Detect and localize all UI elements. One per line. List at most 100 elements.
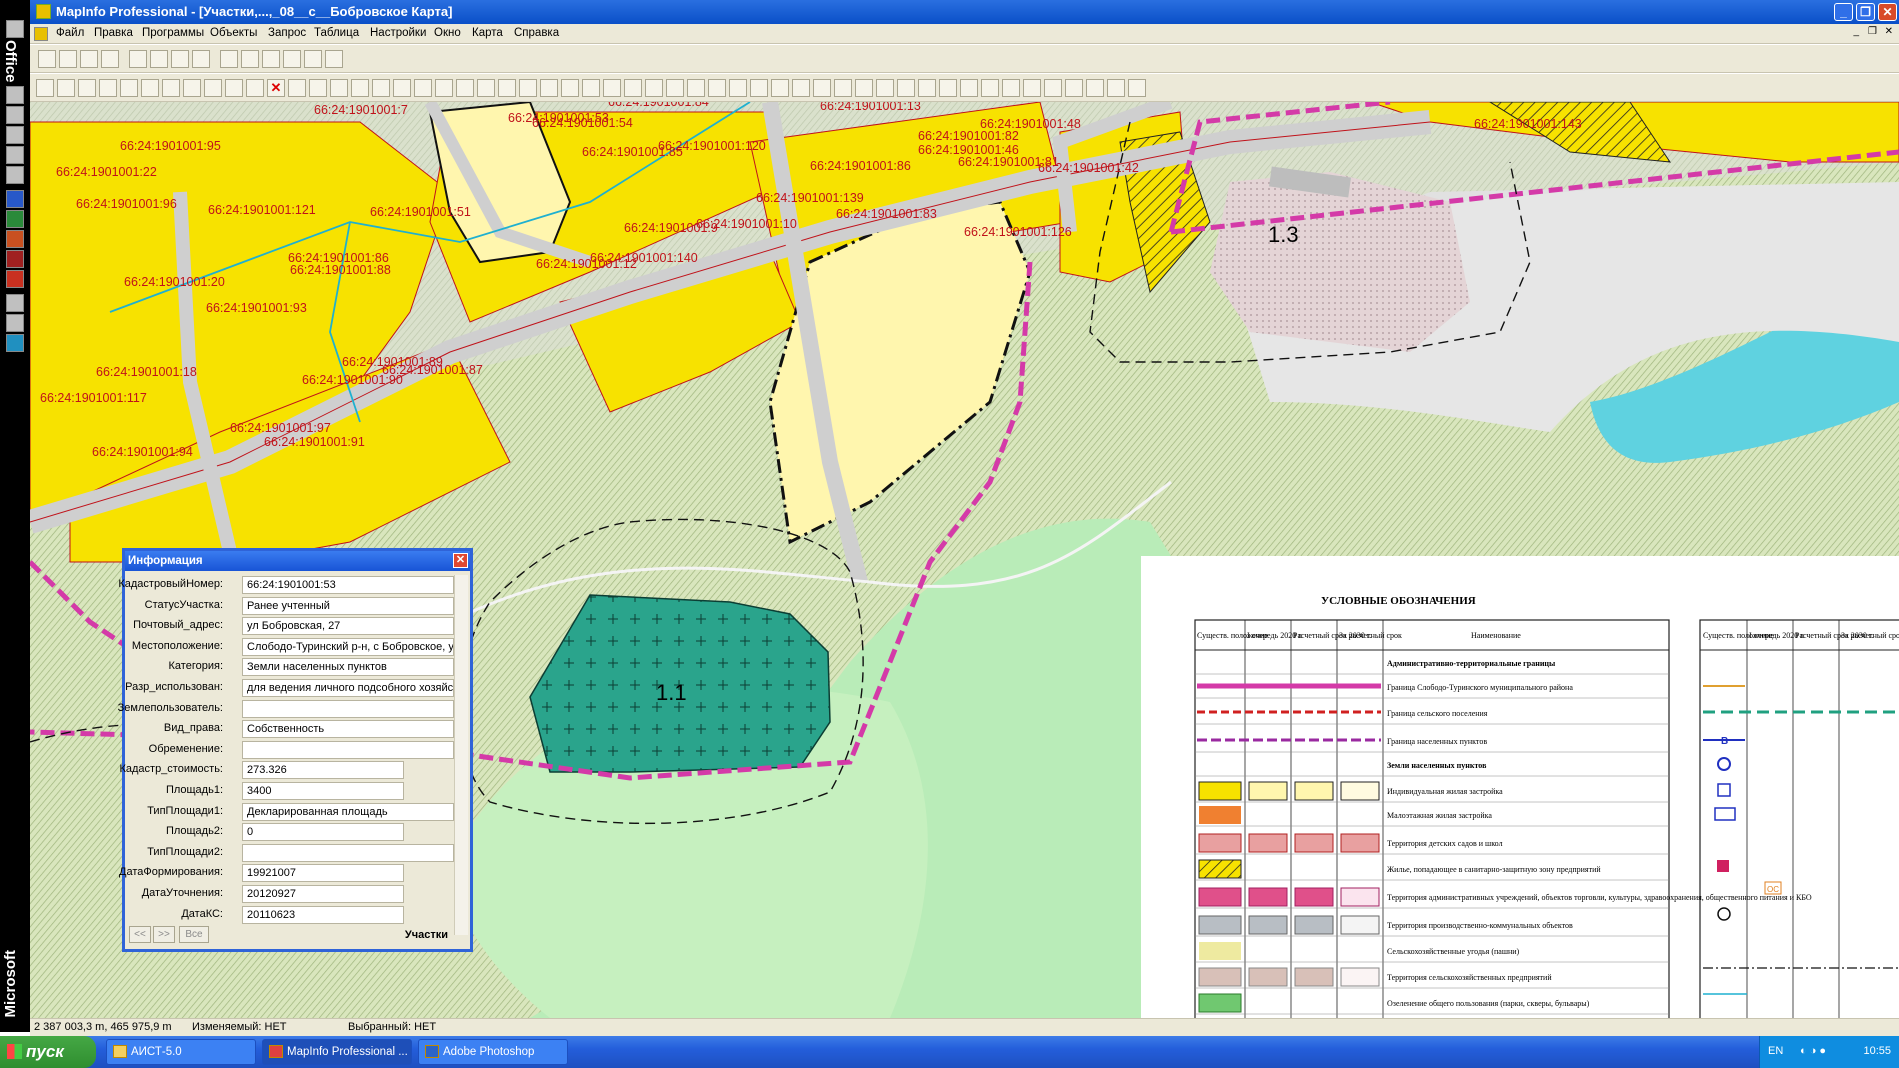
unselect-icon[interactable] — [729, 79, 747, 97]
layer-control-icon[interactable] — [981, 79, 999, 97]
polyline-icon[interactable] — [309, 79, 327, 97]
start-button[interactable]: пуск — [0, 1036, 96, 1068]
boundary-select-icon[interactable] — [708, 79, 726, 97]
text-style-icon[interactable] — [603, 79, 621, 97]
line-icon[interactable] — [288, 79, 306, 97]
minimize-button[interactable]: _ — [1834, 3, 1853, 21]
delete-icon[interactable]: ✕ — [267, 79, 285, 97]
tool2-icon[interactable] — [57, 79, 75, 97]
zoom-out-icon[interactable] — [834, 79, 852, 97]
clip-region-icon[interactable] — [1086, 79, 1104, 97]
label-icon[interactable] — [939, 79, 957, 97]
set-target-icon[interactable] — [1065, 79, 1083, 97]
paste-icon[interactable] — [171, 50, 189, 68]
copy-icon[interactable] — [150, 50, 168, 68]
arc-icon[interactable] — [351, 79, 369, 97]
info-field-value[interactable]: 66:24:1901001:53 — [242, 576, 454, 594]
outlook-icon[interactable] — [6, 270, 24, 288]
info-close-button[interactable]: ✕ — [453, 553, 468, 568]
reshape-icon[interactable] — [498, 79, 516, 97]
excel-icon[interactable] — [6, 210, 24, 228]
ruler-icon[interactable] — [1002, 79, 1020, 97]
info-field-value[interactable]: 273.326 — [242, 761, 404, 780]
line-style-icon[interactable] — [561, 79, 579, 97]
new-graph-icon[interactable] — [262, 50, 280, 68]
powerpoint-icon[interactable] — [6, 230, 24, 248]
office-tool-icon[interactable] — [6, 294, 24, 312]
hotlink-icon[interactable] — [918, 79, 936, 97]
invert-select-icon[interactable] — [750, 79, 768, 97]
legend-icon[interactable] — [1023, 79, 1041, 97]
info-field-value[interactable]: 3400 — [242, 782, 404, 800]
grabber-icon[interactable] — [876, 79, 894, 97]
info-field-value[interactable]: для ведения личного подсобного хозяйс — [242, 679, 454, 697]
new-browser-icon[interactable] — [220, 50, 238, 68]
tray-icons[interactable]: ◐ ◑ ● — [1800, 1045, 1826, 1057]
layout-select-icon[interactable] — [792, 79, 810, 97]
polygon-select-icon[interactable] — [687, 79, 705, 97]
help-icon[interactable] — [325, 50, 343, 68]
tool7-icon[interactable] — [162, 79, 180, 97]
zoom-in-icon[interactable] — [813, 79, 831, 97]
print-icon[interactable] — [101, 50, 119, 68]
menu-map[interactable]: Карта — [472, 27, 503, 39]
cut-icon[interactable] — [129, 50, 147, 68]
open-icon[interactable] — [59, 50, 77, 68]
office-tool3-icon[interactable] — [6, 334, 24, 352]
undo-icon[interactable] — [192, 50, 210, 68]
info-field-value[interactable] — [242, 740, 454, 759]
office-journal-icon[interactable] — [6, 166, 24, 184]
info-prev-button[interactable]: << — [129, 926, 151, 943]
tool3-icon[interactable] — [78, 79, 96, 97]
info-field-value[interactable]: 20110623 — [242, 905, 404, 924]
style-icon[interactable] — [540, 79, 558, 97]
office-contacts-icon[interactable] — [6, 146, 24, 164]
info-field-value[interactable] — [242, 843, 454, 862]
menu-help[interactable]: Справка — [514, 27, 559, 39]
graph-select-icon[interactable] — [771, 79, 789, 97]
info-field-value[interactable]: Декларированная площадь — [242, 802, 454, 821]
access-icon[interactable] — [6, 250, 24, 268]
word-icon[interactable] — [6, 190, 24, 208]
change-view-icon[interactable] — [855, 79, 873, 97]
task-mapinfo[interactable]: MapInfo Professional ... — [262, 1039, 412, 1065]
rectangle-icon[interactable] — [393, 79, 411, 97]
show-hide-stats-icon[interactable] — [1128, 79, 1146, 97]
info-all-button[interactable]: Все — [179, 926, 209, 943]
menu-programs[interactable]: Программы — [142, 27, 204, 39]
info-window[interactable]: Информация ✕ КадастровыйНомер: 66:24:1901… — [118, 548, 473, 952]
close-button[interactable]: ✕ — [1878, 3, 1897, 21]
info-window-titlebar[interactable]: Информация ✕ — [125, 551, 470, 571]
info-field-value[interactable]: 19921007 — [242, 864, 404, 883]
menu-query[interactable]: Запрос — [268, 27, 306, 39]
info-field-value[interactable]: 0 — [242, 823, 404, 842]
menu-window[interactable]: Окно — [434, 27, 461, 39]
menu-objects[interactable]: Объекты — [210, 27, 257, 39]
restore-button[interactable]: ❐ — [1856, 3, 1875, 21]
radius-select-icon[interactable] — [666, 79, 684, 97]
ellipse-icon[interactable] — [372, 79, 390, 97]
drag-window-icon[interactable] — [960, 79, 978, 97]
show-hide-legend-icon[interactable] — [1107, 79, 1125, 97]
office-tool2-icon[interactable] — [6, 314, 24, 332]
office-calendar-icon[interactable] — [6, 106, 24, 124]
menu-settings[interactable]: Настройки — [370, 27, 426, 39]
menu-edit[interactable]: Правка — [94, 27, 133, 39]
layer-icon[interactable] — [36, 79, 54, 97]
tool8-icon[interactable] — [183, 79, 201, 97]
office-folder-icon[interactable] — [6, 20, 24, 38]
document-icon[interactable] — [34, 27, 48, 41]
info-next-button[interactable]: >> — [153, 926, 175, 943]
save-icon[interactable] — [80, 50, 98, 68]
tool10-icon[interactable] — [225, 79, 243, 97]
tool4-icon[interactable] — [99, 79, 117, 97]
new-icon[interactable] — [38, 50, 56, 68]
info-icon[interactable] — [897, 79, 915, 97]
region-style-icon[interactable] — [582, 79, 600, 97]
menu-table[interactable]: Таблица — [314, 27, 359, 39]
tool9-icon[interactable] — [204, 79, 222, 97]
text-icon[interactable] — [435, 79, 453, 97]
office-tasks-icon[interactable] — [6, 126, 24, 144]
new-layout-icon[interactable] — [283, 50, 301, 68]
select-icon[interactable] — [624, 79, 642, 97]
